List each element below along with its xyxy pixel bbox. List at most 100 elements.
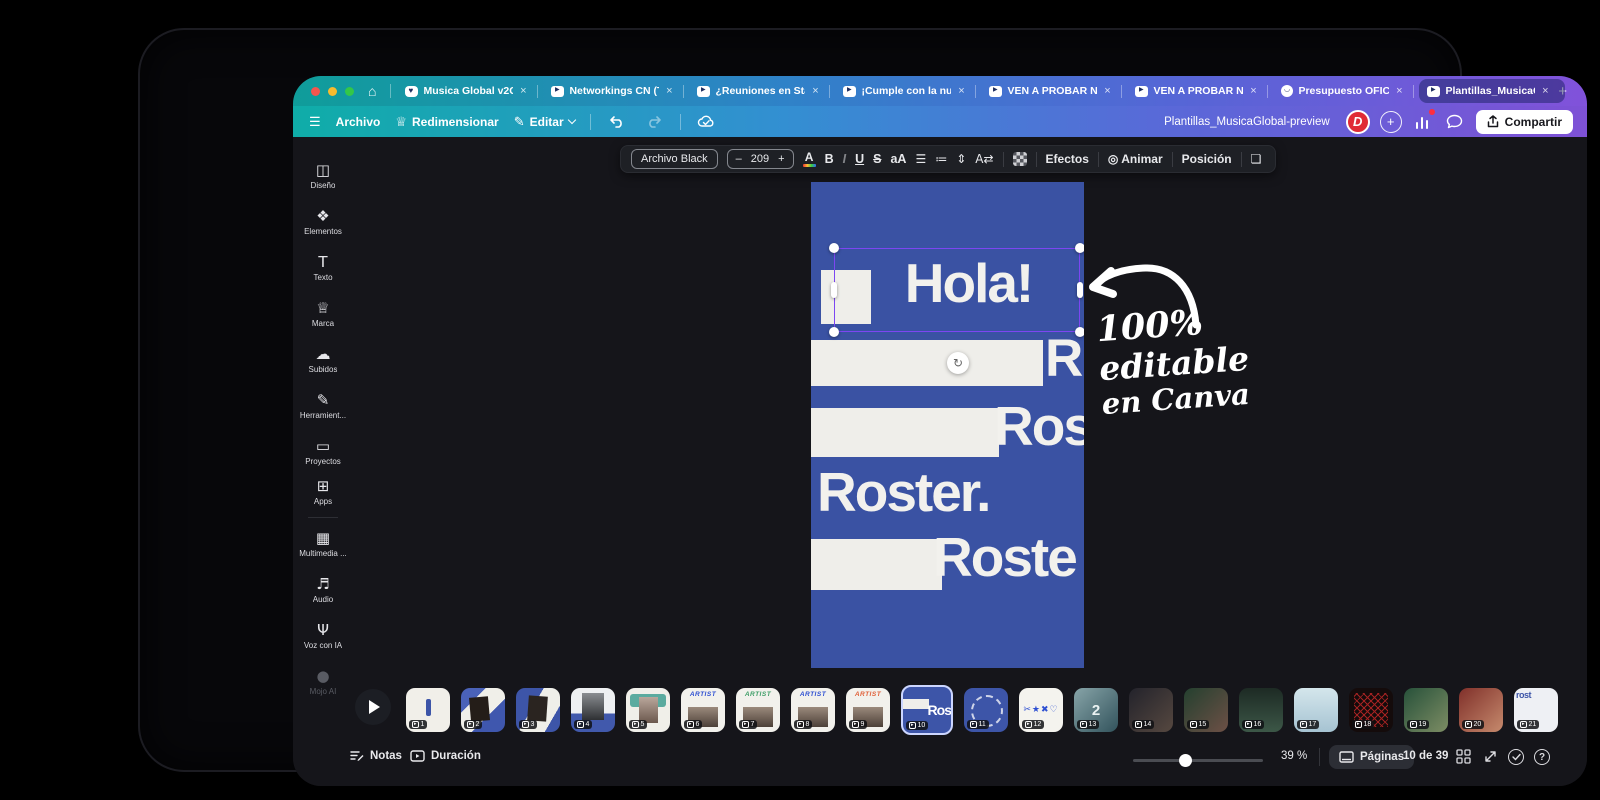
zoom-slider[interactable] [1133, 754, 1263, 767]
page-thumbnail[interactable]: ▸ 17 [1294, 688, 1338, 732]
page-thumbnail[interactable]: ▸ 20 [1459, 688, 1503, 732]
page-thumbnail[interactable]: ▸ 15 [1184, 688, 1228, 732]
browser-tab[interactable]: Networkings CN (T... × [543, 79, 689, 103]
text-color-button[interactable]: A [802, 151, 816, 167]
bold-button[interactable]: B [825, 152, 834, 166]
text-case-button[interactable]: aA [890, 152, 906, 166]
sidebar-item[interactable]: ✎ Herramient... [295, 383, 351, 429]
archivo-menu[interactable]: Archivo [336, 115, 381, 129]
tab-close-icon[interactable]: × [1396, 85, 1402, 97]
efectos-button[interactable]: Efectos [1046, 152, 1089, 166]
page-thumbnail[interactable]: ARTIST ▸ 7 [736, 688, 780, 732]
sidebar-item[interactable]: T Texto [295, 245, 351, 291]
hamburger-menu-icon[interactable]: ☰ [309, 114, 321, 130]
selection-handle-left[interactable] [831, 282, 837, 298]
canvas-white-bar[interactable] [811, 408, 999, 457]
page-thumbnail[interactable]: ▸ 11 [964, 688, 1008, 732]
compartir-button[interactable]: Compartir [1475, 109, 1573, 134]
sidebar-item[interactable]: ♬ Audio [295, 567, 351, 613]
sidebar-item[interactable]: Ψ Voz con IA [295, 613, 351, 659]
sidebar-item[interactable]: ▭ Proyectos [295, 429, 351, 475]
tab-close-icon[interactable]: × [1250, 85, 1256, 97]
roster-text-1[interactable]: R [1045, 332, 1083, 385]
window-controls[interactable] [311, 86, 354, 96]
selection-box[interactable] [834, 248, 1080, 332]
help-icon[interactable]: ? [1534, 749, 1550, 765]
undo-button[interactable] [606, 111, 628, 133]
page-thumbnail[interactable]: ▸ 16 [1239, 688, 1283, 732]
page-thumbnail[interactable]: ARTIST ▸ 8 [791, 688, 835, 732]
selection-handle-bottom-left[interactable] [829, 327, 839, 337]
font-size-stepper[interactable]: – 209 + [726, 149, 794, 169]
tab-close-icon[interactable]: × [666, 85, 672, 97]
canvas-white-bar[interactable] [811, 539, 942, 590]
close-window-button[interactable] [311, 86, 320, 96]
tab-close-icon[interactable]: × [1104, 85, 1110, 97]
page-thumbnail[interactable]: ▸ 18 [1349, 688, 1393, 732]
add-member-button[interactable]: + [1379, 110, 1402, 133]
posicion-button[interactable]: Posición [1182, 152, 1232, 166]
minimize-window-button[interactable] [328, 86, 337, 96]
page-thumbnail[interactable]: ARTIST ▸ 6 [681, 688, 725, 732]
zoom-slider-knob[interactable] [1179, 754, 1192, 767]
animar-button[interactable]: ◎ Animar [1108, 152, 1163, 166]
font-size-increase-button[interactable]: + [778, 153, 784, 165]
editar-menu[interactable]: ✎ Editar [514, 114, 576, 130]
page-thumbnail[interactable]: ▸ 3 [516, 688, 560, 732]
user-avatar[interactable]: D [1345, 109, 1370, 134]
page-thumbnail[interactable]: ▸ 2 [461, 688, 505, 732]
transparency-icon[interactable] [1012, 152, 1027, 166]
sidebar-item[interactable]: ♕ Marca [295, 291, 351, 337]
font-size-decrease-button[interactable]: – [736, 153, 742, 165]
home-icon[interactable]: ⌂ [368, 84, 376, 98]
sidebar-item[interactable]: ⊞ Apps [295, 475, 351, 521]
roster-text-4[interactable]: Roste [933, 530, 1078, 585]
letter-spacing-icon[interactable]: A⇄ [975, 152, 993, 166]
page-thumbnail[interactable]: ▸ 4 [571, 688, 615, 732]
selection-handle-top-left[interactable] [829, 243, 839, 253]
redo-button[interactable] [643, 111, 665, 133]
italic-button[interactable]: I [843, 152, 846, 166]
line-spacing-icon[interactable]: ⇕ [956, 152, 966, 166]
play-button[interactable] [355, 689, 391, 725]
page-thumbnail[interactable]: Ros ▸ 10 [901, 685, 953, 735]
underline-button[interactable]: U [855, 152, 864, 166]
canvas-page[interactable]: Hola! R Ros Roster. Roste ↻ [811, 182, 1084, 668]
sidebar-item[interactable]: ◫ Diseño [295, 153, 351, 199]
font-family-selector[interactable]: Archivo Black [631, 149, 718, 169]
tab-close-icon[interactable]: × [958, 85, 964, 97]
fullscreen-icon[interactable] [1483, 749, 1498, 769]
selection-handle-top-right[interactable] [1075, 243, 1084, 253]
browser-tab[interactable]: Plantillas_MusicaG... × [1419, 79, 1566, 103]
document-title[interactable]: Plantillas_MusicaGlobal-preview [1164, 116, 1330, 128]
grid-view-icon[interactable] [1456, 749, 1471, 769]
rotate-handle[interactable]: ↻ [947, 352, 969, 374]
sidebar-item[interactable]: ❖ Elementos [295, 199, 351, 245]
browser-tab[interactable]: ¿Reuniones en Star... × [689, 79, 835, 103]
page-thumbnail[interactable]: ▸ 14 [1129, 688, 1173, 732]
browser-tab[interactable]: Presupuesto OFICI... × [1273, 79, 1419, 103]
roster-text-2[interactable]: Ros [994, 399, 1084, 454]
maximize-window-button[interactable] [345, 86, 354, 96]
check-circle-icon[interactable] [1508, 749, 1524, 765]
tab-close-icon[interactable]: × [520, 85, 526, 97]
alignment-icon[interactable]: ☰ [915, 152, 926, 166]
browser-tab[interactable]: VEN A PROBAR NU... × [1127, 79, 1273, 103]
page-thumbnail[interactable]: ▸ 5 [626, 688, 670, 732]
roster-text-3[interactable]: Roster. [817, 465, 991, 520]
canvas-white-bar[interactable] [811, 340, 1043, 386]
redimensionar-menu[interactable]: ♕ Redimensionar [395, 114, 498, 130]
page-thumbnail[interactable]: ▸ 1 [406, 688, 450, 732]
paginas-button[interactable]: Páginas [1329, 745, 1415, 769]
comments-button[interactable] [1444, 111, 1466, 133]
strikethrough-button[interactable]: S [873, 152, 881, 166]
page-thumbnail[interactable]: ARTIST ▸ 9 [846, 688, 890, 732]
insights-chart-button[interactable] [1412, 108, 1435, 133]
notas-button[interactable]: Notas [350, 750, 402, 762]
page-thumbnail[interactable]: ✂★✖♡ ▸ 12 [1019, 688, 1063, 732]
sidebar-item[interactable]: ▦ Multimedia ... [295, 521, 351, 567]
tab-close-icon[interactable]: × [812, 85, 818, 97]
list-icon[interactable]: ≔ [935, 152, 947, 166]
page-thumbnail[interactable]: ▸ 19 [1404, 688, 1448, 732]
page-thumbnail[interactable]: rost ▸ 21 [1514, 688, 1558, 732]
